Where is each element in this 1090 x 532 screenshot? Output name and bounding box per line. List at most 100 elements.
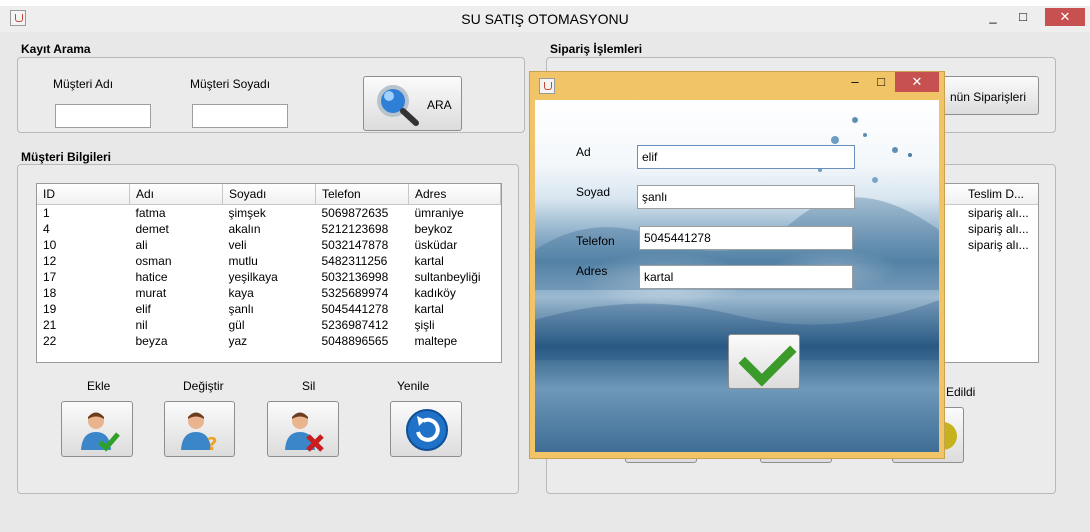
- table-row[interactable]: 12 osman mutlu 5482311256 kartal: [37, 253, 501, 269]
- table-row[interactable]: 21 nil gül 5236987412 şişli: [37, 317, 501, 333]
- cell-surname: yeşilkaya: [228, 270, 278, 284]
- cell-address: kartal: [414, 302, 444, 316]
- search-button-label: ARA: [427, 98, 452, 112]
- table-row[interactable]: 10 ali veli 5032147878 üsküdar: [37, 237, 501, 253]
- window-title: SU SATIŞ OTOMASYONU: [461, 11, 629, 27]
- add-user-icon: [81, 412, 120, 452]
- cell-name: osman: [135, 254, 172, 268]
- edit-customer-button[interactable]: ?: [164, 401, 235, 457]
- cell-surname: yaz: [228, 334, 248, 348]
- cell-surname: gül: [228, 318, 245, 332]
- edit-user-icon: ?: [181, 412, 217, 452]
- cell-address: beykoz: [414, 222, 453, 236]
- orders-section-title: Sipariş İşlemleri: [550, 42, 643, 56]
- cell-name: ali: [135, 238, 148, 252]
- checkmark-icon: [738, 328, 797, 387]
- cell-name: beyza: [135, 334, 168, 348]
- column-header-surname[interactable]: Soyadı: [222, 184, 316, 205]
- table-row[interactable]: 17 hatice yeşilkaya 5032136998 sultanbeyliği: [37, 269, 501, 285]
- cell-id: 19: [43, 302, 57, 316]
- cell-id: 10: [43, 238, 57, 252]
- column-header-phone[interactable]: Telefon: [315, 184, 409, 205]
- last-name-label: Müşteri Soyadı: [190, 77, 271, 91]
- dialog-name-input[interactable]: elif: [637, 145, 855, 169]
- cell-address: ümraniye: [414, 206, 464, 220]
- cell-id: 21: [43, 318, 57, 332]
- customer-orders-button-label: nün Siparişleri: [949, 90, 1026, 104]
- dialog-confirm-button[interactable]: [728, 328, 800, 389]
- table-row[interactable]: 1 fatma şimşek 5069872635 ümraniye: [37, 205, 501, 222]
- cell-address: maltepe: [414, 334, 458, 348]
- cell-id: 4: [43, 222, 50, 236]
- dialog-minimize-button[interactable]: –: [841, 72, 869, 92]
- table-row[interactable]: 4 demet akalın 5212123698 beykoz: [37, 221, 501, 237]
- customers-section-title: Müşteri Bilgileri: [21, 150, 112, 164]
- orders-table[interactable]: Teslim D... sipariş alı... sipariş alı..…: [940, 183, 1039, 363]
- cell-name: fatma: [135, 206, 166, 220]
- minimize-button[interactable]: _: [980, 8, 1006, 26]
- edit-label: Değiştir: [183, 379, 224, 393]
- cell-surname: kaya: [228, 286, 254, 300]
- dialog-surname-input[interactable]: şanlı: [637, 185, 855, 209]
- cell-phone: 5045441278: [321, 302, 389, 316]
- cell-address: kartal: [414, 254, 444, 268]
- cell-phone: 5048896565: [321, 334, 389, 348]
- table-row[interactable]: 18 murat kaya 5325689974 kadıköy: [37, 285, 501, 301]
- delete-user-icon: [285, 412, 324, 452]
- order-row[interactable]: sipariş alı...: [940, 221, 1038, 237]
- table-row[interactable]: 19 elif şanlı 5045441278 kartal: [37, 301, 501, 317]
- cell-address: kadıköy: [414, 286, 456, 300]
- dialog-close-button[interactable]: ✕: [895, 72, 939, 92]
- cell-phone: 5032147878: [321, 238, 389, 252]
- dialog-app-icon: [539, 78, 555, 94]
- last-name-input[interactable]: [192, 104, 288, 128]
- magnifier-icon: [377, 85, 419, 126]
- cell-surname: akalın: [228, 222, 261, 236]
- cell-name: elif: [135, 302, 151, 316]
- add-customer-button[interactable]: [61, 401, 133, 457]
- first-name-input[interactable]: [55, 104, 151, 128]
- svg-text:?: ?: [207, 434, 217, 452]
- cell-surname: mutlu: [228, 254, 258, 268]
- first-name-label: Müşteri Adı: [53, 77, 114, 91]
- order-row[interactable]: sipariş alı...: [940, 205, 1038, 221]
- maximize-button[interactable]: □: [1010, 8, 1036, 26]
- search-button[interactable]: ARA: [363, 76, 462, 131]
- delete-label: Sil: [302, 379, 316, 393]
- cell-surname: veli: [228, 238, 247, 252]
- cell-phone: 5236987412: [321, 318, 389, 332]
- cell-phone: 5032136998: [321, 270, 389, 284]
- table-row[interactable]: 22 beyza yaz 5048896565 maltepe: [37, 333, 501, 349]
- refresh-label: Yenile: [397, 379, 430, 393]
- cell-name: murat: [135, 286, 167, 300]
- cell-phone: 5325689974: [321, 286, 389, 300]
- refresh-icon: [406, 409, 448, 451]
- customers-table-header: ID Adı Soyadı Telefon Adres: [37, 184, 501, 205]
- refresh-button[interactable]: [390, 401, 462, 457]
- close-button[interactable]: ✕: [1045, 8, 1085, 26]
- cell-address: şişli: [414, 318, 435, 332]
- customers-table[interactable]: ID Adı Soyadı Telefon Adres 1 fatma şimşek…: [36, 183, 502, 363]
- delete-customer-button[interactable]: [267, 401, 339, 457]
- dialog-maximize-button[interactable]: □: [867, 72, 895, 92]
- cell-name: demet: [135, 222, 169, 236]
- add-label: Ekle: [87, 379, 111, 393]
- search-section-title: Kayıt Arama: [21, 42, 91, 56]
- cell-address: sultanbeyliği: [414, 270, 481, 284]
- cell-name: hatice: [135, 270, 168, 284]
- column-header-id[interactable]: ID: [37, 184, 130, 205]
- cell-id: 18: [43, 286, 57, 300]
- dialog-surname-label: Soyad: [576, 185, 611, 199]
- cell-id: 12: [43, 254, 57, 268]
- dialog-phone-input[interactable]: 5045441278: [639, 226, 853, 250]
- cell-id: 22: [43, 334, 57, 348]
- column-header-address[interactable]: Adres: [408, 184, 501, 205]
- column-header-name[interactable]: Adı: [129, 184, 223, 205]
- delivered-label: Edildi: [946, 385, 976, 399]
- dialog-address-input[interactable]: kartal: [639, 265, 853, 289]
- order-row[interactable]: sipariş alı...: [940, 237, 1038, 253]
- orders-column-header[interactable]: Teslim D...: [940, 184, 1038, 205]
- cell-phone: 5069872635: [321, 206, 389, 220]
- cell-id: 17: [43, 270, 57, 284]
- dialog-address-label: Adres: [576, 264, 608, 278]
